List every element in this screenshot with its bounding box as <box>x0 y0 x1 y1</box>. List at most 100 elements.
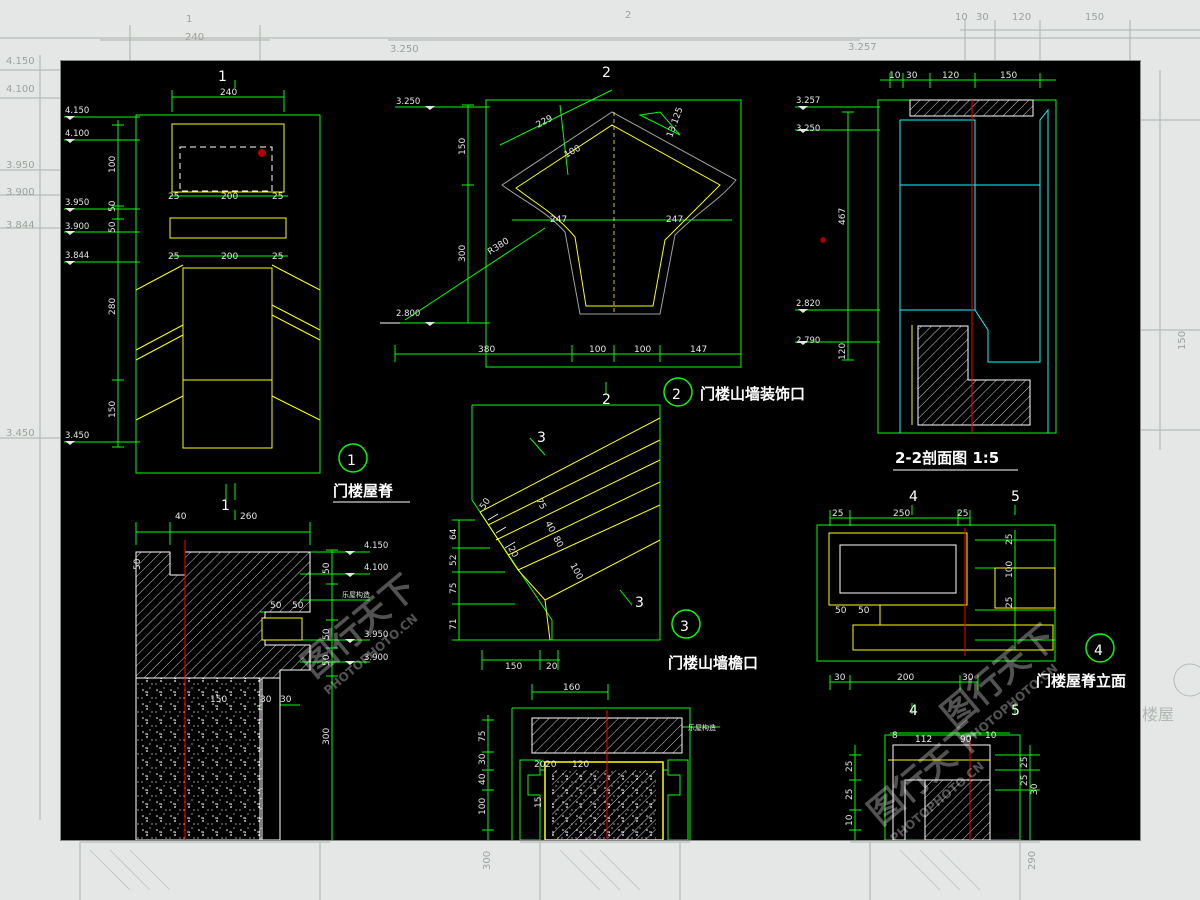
dim-label: 100 <box>108 156 118 173</box>
dim-label: 150 <box>505 662 522 672</box>
dim-label: 300 <box>322 728 332 745</box>
dim-label: 25 <box>1020 757 1030 768</box>
dim-label: 30 <box>906 71 918 81</box>
dim-label: 280 <box>108 298 118 315</box>
section-mark: 3 <box>537 430 546 446</box>
level-label: 3.900 <box>65 222 89 232</box>
dim-label: 120 <box>838 343 848 360</box>
dim-label: 25 <box>832 509 843 519</box>
bg-dim-label: 10 <box>955 12 968 23</box>
dim-label: 50 <box>270 601 282 611</box>
section-mark: 1 <box>221 498 230 514</box>
level-label: 4.100 <box>364 563 388 573</box>
dim-label: 120 <box>942 71 959 81</box>
level-label: 3.450 <box>65 431 89 441</box>
section-mark: 5 <box>1011 489 1020 505</box>
dim-label: 300 <box>458 245 468 262</box>
dim-label: 20 <box>505 545 519 560</box>
dim-label: 64 <box>449 528 459 540</box>
dim-label: 30 <box>834 673 846 683</box>
bg-level-label: 3.844 <box>6 220 35 231</box>
level-label: 3.950 <box>65 198 89 208</box>
bg-dim-label: 120 <box>1012 12 1031 23</box>
watermark: 图行天下 PHOTOPHOTO.CN <box>294 567 424 697</box>
dim-label: 75 <box>478 731 488 742</box>
level-label: 3.257 <box>796 96 820 106</box>
level-label: 3.250 <box>396 97 420 107</box>
section-mark: 2 <box>602 392 611 408</box>
dim-label: 380 <box>478 345 495 355</box>
dim-label: 150 <box>108 401 118 418</box>
dim-label: 50 <box>835 606 847 616</box>
dim-label: 100 <box>567 562 584 582</box>
dim-label: 50 <box>322 562 332 574</box>
dim-label: 25 <box>272 192 283 202</box>
level-label: 3.250 <box>796 124 820 134</box>
dim-label: 50 <box>108 221 118 233</box>
dim-label: 150 <box>1000 71 1017 81</box>
detail-title: 门楼山墙装饰口 <box>700 385 805 403</box>
detail-title: 门楼屋脊 <box>333 482 394 500</box>
cad-drawing-viewport[interactable]: 1 240 25 200 25 25 200 25 4.150 4.100 3.… <box>61 61 1140 840</box>
dim-label: 10 <box>845 814 855 826</box>
section-mark: 2 <box>602 65 611 81</box>
dim-label: 25 <box>1005 534 1015 545</box>
dim-label: 75 <box>533 497 547 512</box>
dim-label: 200 <box>221 252 238 262</box>
dim-label: 71 <box>449 619 459 630</box>
dim-label: 150 <box>210 695 227 705</box>
detail-2-gable-ornament: 2 3.250 2.800 229 13.125 100 247 247 R38… <box>380 65 805 407</box>
level-label: 4.150 <box>65 106 89 116</box>
dim-label: 75 <box>449 583 459 594</box>
section-mark: 3 <box>635 595 644 611</box>
dim-label: 30 <box>260 695 272 705</box>
dim-label: 160 <box>563 683 580 693</box>
bg-level-label: 4.150 <box>6 56 35 67</box>
dim-label: 247 <box>550 215 567 225</box>
dim-label: 25 <box>957 509 968 519</box>
dim-label: 40 <box>478 773 488 785</box>
dim-label: 200 <box>221 192 238 202</box>
dim-label: 25 <box>1020 775 1030 786</box>
dim-label: 150 <box>458 138 468 155</box>
level-label: 3.844 <box>65 251 89 261</box>
bg-level-label: 3.900 <box>6 187 35 198</box>
bg-dim-label: 30 <box>976 12 989 23</box>
dim-label: 13.125 <box>665 106 685 139</box>
section-title: 2-2剖面图 1:5 <box>895 449 999 467</box>
dim-label: 100 <box>634 345 651 355</box>
dim-label: 50 <box>858 606 870 616</box>
bg-dim-label: 150 <box>1177 331 1188 350</box>
dim-label: 247 <box>666 215 683 225</box>
bg-level-label: 4.100 <box>6 84 35 95</box>
bg-dim-label: 3.250 <box>390 44 419 55</box>
bg-dim-label: 1 <box>186 14 192 25</box>
detail-number: 2 <box>672 387 681 403</box>
bg-dim-label: 290 <box>1027 851 1038 870</box>
dim-label: 147 <box>690 345 707 355</box>
dim-label: 250 <box>893 509 910 519</box>
dim-label: 50 <box>292 601 304 611</box>
dim-label: 30 <box>280 695 292 705</box>
detail-number: 3 <box>680 619 689 635</box>
level-label: 2.800 <box>396 309 420 319</box>
dim-label: 467 <box>838 208 848 225</box>
dim-label: 30 <box>478 753 488 765</box>
dim-label: 15 <box>534 797 544 808</box>
bg-dim-label: 2 <box>625 10 631 21</box>
dim-label: 25 <box>272 252 283 262</box>
dim-label: 229 <box>535 114 555 131</box>
detail-number: 4 <box>1094 643 1103 659</box>
dim-label: 25 <box>168 252 179 262</box>
dim-label: 10 <box>889 71 901 81</box>
detail-bottom-middle-section: 160 20 20 120 75 30 40 100 15 乐屋构造 <box>478 683 720 840</box>
dim-label: 100 <box>1005 561 1015 578</box>
dim-label: 20 <box>534 760 546 770</box>
bg-title-fragment: 楼屋 <box>1142 705 1174 724</box>
level-label: 2.820 <box>796 299 820 309</box>
dim-label: 50 <box>478 496 493 511</box>
dim-label: 200 <box>897 673 914 683</box>
detail-3-gable-eave: 2 3 3 50 64 52 75 71 75 40 80 20 100 150… <box>449 382 758 672</box>
section-2-2: 10 30 120 150 3.257 3.250 2.820 2.790 46… <box>795 71 1057 471</box>
note-label: 乐屋构造 <box>688 723 716 732</box>
